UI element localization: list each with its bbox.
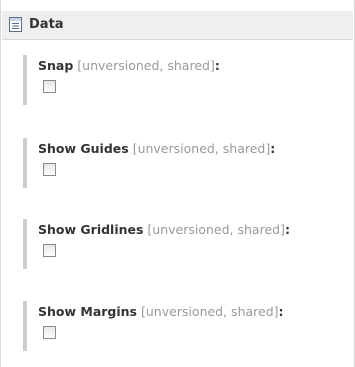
field-indicator-bar [23,55,27,105]
field-meta: [unversioned, shared] [132,141,271,156]
field-label: Show Gridlines [unversioned, shared]: [38,222,290,238]
field-indicator-bar [23,301,27,351]
field-colon: : [284,222,290,237]
field-meta: [unversioned, shared] [147,222,285,237]
field-show-margins: Show Margins [unversioned, shared]: [23,301,343,351]
field-name: Snap [38,58,74,73]
panel-header: Data [2,11,353,40]
data-panel: Data Snap [unversioned, shared]: Show Gu… [0,0,355,367]
field-label: Show Guides [unversioned, shared]: [38,141,275,157]
snap-checkbox[interactable] [43,80,56,93]
field-name: Show Guides [38,141,129,156]
field-colon: : [278,304,284,319]
field-snap: Snap [unversioned, shared]: [23,55,343,105]
field-colon: : [214,58,220,73]
field-show-guides: Show Guides [unversioned, shared]: [23,138,343,188]
field-colon: : [270,141,276,156]
field-indicator-bar [23,219,27,269]
field-meta: [unversioned, shared] [140,304,279,319]
document-list-icon [9,17,22,32]
panel-title: Data [29,17,64,32]
field-label: Show Margins [unversioned, shared]: [38,304,284,320]
field-meta: [unversioned, shared] [77,58,215,73]
show-gridlines-checkbox[interactable] [43,244,56,257]
show-margins-checkbox[interactable] [43,326,56,339]
field-indicator-bar [23,138,27,188]
field-name: Show Gridlines [38,222,144,237]
show-guides-checkbox[interactable] [43,163,56,176]
field-name: Show Margins [38,304,137,319]
field-show-gridlines: Show Gridlines [unversioned, shared]: [23,219,343,269]
field-label: Snap [unversioned, shared]: [38,58,220,74]
